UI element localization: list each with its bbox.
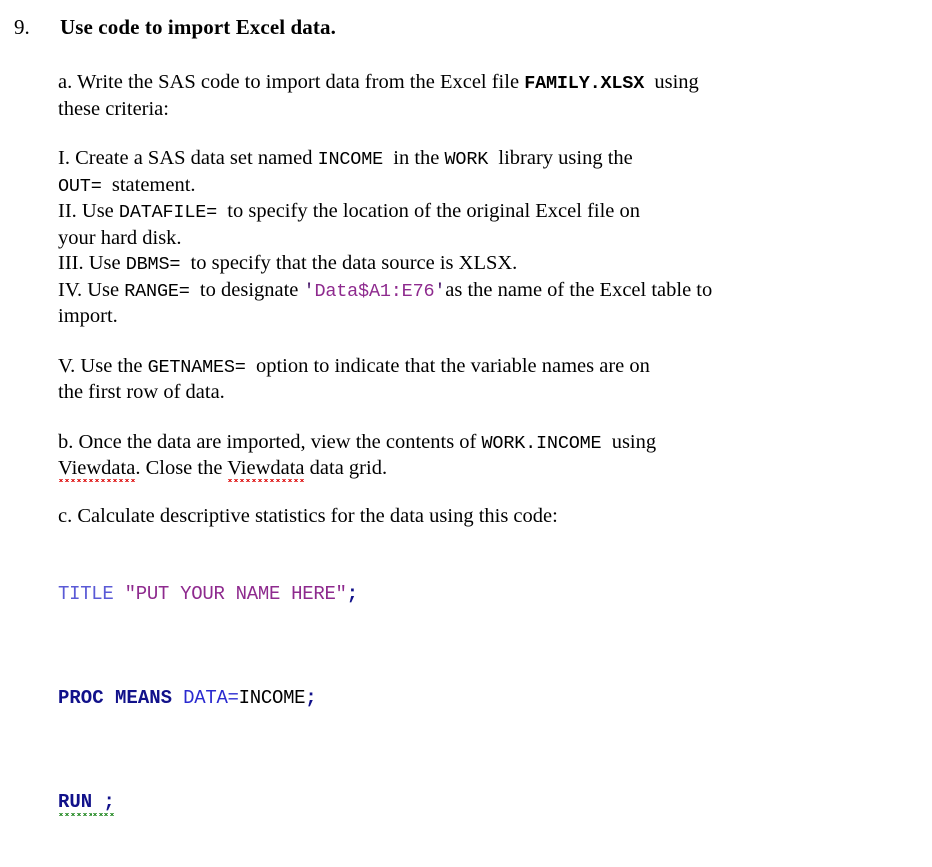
sas-code-line-1: TITLE "PUT YOUR NAME HERE";: [58, 581, 914, 607]
sas-code-line-2: PROC MEANS DATA=INCOME;: [58, 685, 914, 711]
misspelled-word-viewdata-2: Viewdata: [227, 457, 304, 482]
criterion-iii-pre: III. Use: [58, 252, 126, 274]
spacer-before-criterion-v: [58, 330, 914, 354]
sas-code-listing: TITLE "PUT YOUR NAME HERE"; PROC MEANS D…: [58, 529, 914, 867]
criterion-ii-line-1: II. Use DATAFILE= to specify the locatio…: [58, 199, 914, 226]
criterion-i-mid: in the: [383, 147, 445, 169]
part-a-text-pre: a. Write the SAS code to import data fro…: [58, 71, 524, 93]
code-dbms-eq: DBMS=: [126, 254, 181, 275]
criterion-i-post: library using the: [488, 147, 633, 169]
part-b-line2-post: data grid.: [305, 457, 388, 479]
question-body: a. Write the SAS code to import data fro…: [58, 70, 914, 867]
code-range-eq: RANGE=: [124, 281, 189, 302]
sas-space-2: [172, 687, 183, 709]
criterion-ii-post: to specify the location of the original …: [217, 200, 640, 222]
sas-code-line-3: RUN ;: [58, 789, 914, 815]
code-datafile-eq: DATAFILE=: [119, 202, 217, 223]
criteria-list: I. Create a SAS data set named INCOME in…: [58, 146, 914, 330]
criterion-iii-line-1: III. Use DBMS= to specify that the data …: [58, 251, 914, 278]
part-c-intro: c. Calculate descriptive statistics for …: [58, 504, 914, 530]
criterion-ii-pre: II. Use: [58, 200, 119, 222]
criterion-iv-line-2: import.: [58, 304, 914, 330]
question-title: Use code to import Excel data.: [60, 14, 336, 40]
code-getnames-eq: GETNAMES=: [148, 357, 246, 378]
criterion-iii-post: to specify that the data source is XLSX.: [180, 252, 517, 274]
part-a-line-2: these criteria:: [58, 97, 914, 123]
part-c-block: c. Calculate descriptive statistics for …: [58, 504, 914, 867]
criterion-ii-line-2: your hard disk.: [58, 226, 914, 252]
sas-semicolon-3: ;: [103, 791, 114, 816]
code-family-xlsx: FAMILY.XLSX: [524, 73, 644, 94]
literal-open-quote: ': [304, 281, 315, 302]
criterion-iv-mid: to designate: [190, 279, 304, 301]
sas-space-3: [92, 791, 103, 816]
criterion-i-pre: I. Create a SAS data set named: [58, 147, 318, 169]
sas-token-run: RUN: [58, 791, 92, 816]
misspelled-word-viewdata-1: Viewdata: [58, 457, 135, 482]
criterion-iv-line-1: IV. Use RANGE= to designate 'Data$A1:E76…: [58, 278, 914, 305]
code-income: INCOME: [318, 149, 383, 170]
criterion-iv-pre: IV. Use: [58, 279, 124, 301]
part-b-line-2: Viewdata. Close the Viewdata data grid.: [58, 456, 914, 482]
part-b-line2-mid: . Close the: [135, 457, 227, 479]
literal-close-quote: ': [434, 281, 445, 302]
part-a-line-1: a. Write the SAS code to import data fro…: [58, 70, 914, 97]
sas-semicolon-2: ;: [305, 687, 316, 709]
sas-token-data-value: INCOME: [239, 687, 306, 709]
criterion-iv-post: as the name of the Excel table to: [445, 279, 712, 301]
sas-token-data-option: DATA=: [183, 687, 239, 709]
document-page: 9. Use code to import Excel data. a. Wri…: [0, 0, 932, 650]
sas-semicolon-1: ;: [347, 583, 358, 605]
code-work-income: WORK.INCOME: [482, 433, 602, 454]
spacer-before-part-b: [58, 406, 914, 430]
part-b-line-1: b. Once the data are imported, view the …: [58, 430, 914, 457]
criterion-v-pre: V. Use the: [58, 355, 148, 377]
code-work: WORK: [445, 149, 489, 170]
code-out-eq: OUT=: [58, 176, 102, 197]
criterion-v-block: V. Use the GETNAMES= option to indicate …: [58, 354, 914, 406]
part-a-text-post: using: [644, 71, 699, 93]
criterion-i-line2-post: statement.: [102, 174, 196, 196]
spacer-before-part-c: [58, 482, 914, 504]
part-b-pre: b. Once the data are imported, view the …: [58, 431, 482, 453]
criterion-i-line-2: OUT= statement.: [58, 173, 914, 200]
sas-space-1: [114, 583, 125, 605]
criterion-v-line-1: V. Use the GETNAMES= option to indicate …: [58, 354, 914, 381]
sas-token-title: TITLE: [58, 583, 114, 605]
spacer-after-part-a: [58, 122, 914, 146]
question-number: 9.: [14, 14, 60, 40]
question-heading: 9. Use code to import Excel data.: [14, 14, 912, 40]
part-a-block: a. Write the SAS code to import data fro…: [58, 70, 914, 122]
sas-token-title-string: "PUT YOUR NAME HERE": [125, 583, 347, 605]
part-b-post: using: [601, 431, 656, 453]
code-range-literal: Data$A1:E76: [314, 281, 434, 302]
part-b-block: b. Once the data are imported, view the …: [58, 430, 914, 482]
criterion-v-post: option to indicate that the variable nam…: [246, 355, 650, 377]
criterion-v-line-2: the first row of data.: [58, 380, 914, 406]
criterion-i-line-1: I. Create a SAS data set named INCOME in…: [58, 146, 914, 173]
sas-token-proc-means: PROC MEANS: [58, 687, 172, 709]
